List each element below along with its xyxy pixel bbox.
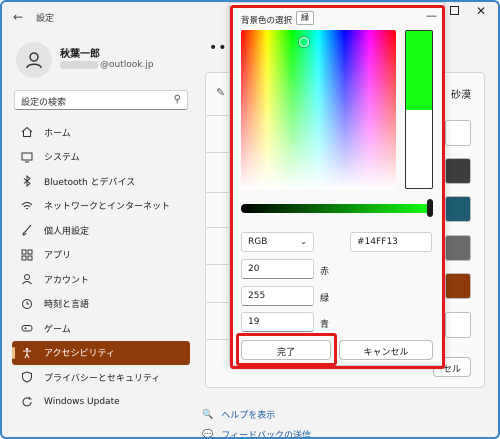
- sidebar-item-label: 個人用設定: [44, 226, 90, 237]
- search-placeholder: 設定の検索: [21, 98, 67, 108]
- row-divider: [205, 302, 229, 303]
- person-icon: [20, 272, 34, 286]
- row-divider: [205, 227, 229, 228]
- sidebar-item-label: 時刻と言語: [44, 300, 90, 311]
- color-swatch-hyperlink[interactable]: [445, 158, 471, 184]
- sidebar-item-label: アクセシビリティ: [44, 349, 116, 360]
- sidebar-item-windows-update[interactable]: Windows Update: [12, 390, 190, 415]
- maximize-icon[interactable]: [450, 6, 459, 15]
- feedback-icon: 💬: [202, 429, 214, 439]
- close-icon[interactable]: ✕: [476, 4, 486, 18]
- email-redaction: [60, 60, 98, 69]
- color-swatch-disabled-text[interactable]: [445, 196, 471, 222]
- sidebar-item-label: Windows Update: [44, 396, 120, 407]
- theme-column-label: 砂漠: [451, 90, 471, 101]
- sidebar-item-privacy[interactable]: プライバシーとセキュリティ: [12, 365, 190, 390]
- search-icon[interactable]: ⚲: [174, 94, 181, 105]
- row-divider: [205, 192, 229, 193]
- sidebar: 秋葉一郎 @outlook.jp 設定の検索 ⚲ ホーム システム Blueto…: [2, 32, 198, 437]
- screenshot-frame: ← 設定 ✕ 秋葉一郎 @outlook.jp 設定の検索 ⚲ ホーム システム…: [0, 0, 500, 439]
- apps-icon: [20, 248, 34, 262]
- sidebar-item-label: ホーム: [44, 128, 71, 139]
- row-divider: [205, 339, 229, 340]
- update-icon: [20, 395, 34, 409]
- row-divider: [205, 264, 229, 265]
- color-swatch-background[interactable]: [445, 312, 471, 338]
- sidebar-nav: ホーム システム Bluetooth とデバイス ネットワークとインターネット …: [12, 120, 190, 414]
- sidebar-item-network[interactable]: ネットワークとインターネット: [12, 194, 190, 219]
- avatar[interactable]: [16, 42, 52, 78]
- sidebar-item-label: ネットワークとインターネット: [44, 202, 171, 213]
- search-input[interactable]: 設定の検索 ⚲: [14, 90, 188, 110]
- monitor-icon: [20, 150, 34, 164]
- edit-icon: ✎: [216, 86, 226, 99]
- brush-icon: [20, 223, 34, 237]
- feedback-link[interactable]: 💬 フィードバックの送信: [202, 428, 312, 439]
- sidebar-item-label: アカウント: [44, 275, 90, 286]
- user-email: @outlook.jp: [60, 60, 154, 70]
- sidebar-item-apps[interactable]: アプリ: [12, 243, 190, 268]
- user-name: 秋葉一郎: [60, 49, 100, 60]
- back-arrow-icon[interactable]: ←: [13, 10, 23, 24]
- help-link[interactable]: 🔍 ヘルプを表示: [202, 408, 276, 422]
- sidebar-item-bluetooth[interactable]: Bluetooth とデバイス: [12, 169, 190, 194]
- wifi-icon: [20, 199, 34, 213]
- feedback-link-label: フィードバックの送信: [221, 431, 312, 439]
- shield-icon: [20, 370, 34, 384]
- gamepad-icon: [20, 321, 34, 335]
- color-swatch-button-text[interactable]: [445, 273, 471, 299]
- sidebar-item-personalization[interactable]: 個人用設定: [12, 218, 190, 243]
- highlight-box-dialog: [230, 5, 445, 369]
- sidebar-item-label: システム: [44, 153, 80, 164]
- user-email-suffix: @outlook.jp: [100, 60, 154, 70]
- window-title: 設定: [36, 14, 55, 24]
- clock-icon: [20, 297, 34, 311]
- sidebar-item-label: ゲーム: [44, 324, 71, 335]
- highlight-box-done-button: [236, 333, 337, 366]
- color-swatch-selected-text[interactable]: [445, 235, 471, 261]
- sidebar-item-home[interactable]: ホーム: [12, 120, 190, 145]
- color-swatch-text[interactable]: [445, 120, 471, 146]
- sidebar-item-gaming[interactable]: ゲーム: [12, 316, 190, 341]
- sidebar-item-label: Bluetooth とデバイス: [44, 177, 136, 188]
- accessibility-icon: [20, 346, 34, 360]
- row-divider: [205, 115, 229, 116]
- sidebar-item-system[interactable]: システム: [12, 145, 190, 170]
- row-divider: [205, 152, 229, 153]
- person-silhouette-icon: [26, 52, 42, 69]
- home-icon: [20, 125, 34, 139]
- bluetooth-icon: [20, 174, 34, 188]
- sidebar-item-accounts[interactable]: アカウント: [12, 267, 190, 292]
- sidebar-item-time-language[interactable]: 時刻と言語: [12, 292, 190, 317]
- help-link-label: ヘルプを表示: [221, 411, 276, 421]
- sidebar-item-label: プライバシーとセキュリティ: [44, 373, 161, 384]
- sidebar-item-label: アプリ: [44, 251, 72, 262]
- help-icon: 🔍: [202, 409, 214, 420]
- sidebar-item-accessibility[interactable]: アクセシビリティ: [12, 340, 190, 365]
